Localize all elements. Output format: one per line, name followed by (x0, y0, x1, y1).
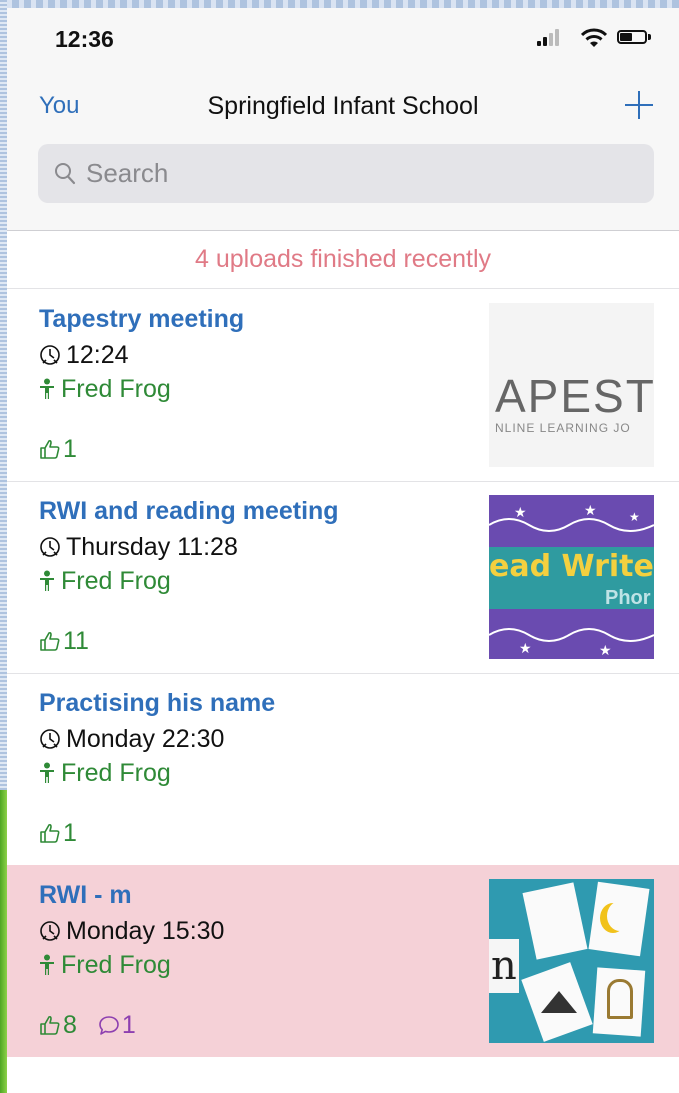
thumbnail-moon (607, 901, 633, 931)
post-time: 12:24 (39, 341, 129, 370)
post-time: Thursday 11:28 (39, 533, 238, 562)
svg-text:★: ★ (599, 642, 612, 658)
search-icon (55, 163, 76, 185)
child-icon (40, 378, 54, 399)
post-title[interactable]: Tapestry meeting (39, 305, 244, 334)
thumbnail-text: ead Write (489, 549, 654, 584)
thumbnail-card (522, 882, 588, 960)
post-item[interactable]: Tapestry meeting 12:24 Fred Frog 1 APEST… (7, 289, 679, 482)
thumbnail-text: n (491, 943, 517, 989)
search-bar[interactable] (38, 144, 654, 203)
app-screen: 12:36 You Springfield Infant School Sear… (7, 8, 679, 1093)
clock-icon (40, 345, 60, 365)
post-item[interactable]: Practising his name Monday 22:30 Fred Fr… (7, 673, 679, 866)
thumbs-up-icon (40, 439, 60, 459)
thumbnail-mountain (541, 991, 577, 1013)
child-icon (40, 570, 54, 591)
page-title: Springfield Infant School (207, 92, 479, 120)
child-icon (40, 954, 54, 975)
clock-icon (40, 921, 60, 941)
status-time: 12:36 (55, 26, 114, 52)
post-likes[interactable]: 11 (39, 627, 89, 656)
thumbs-up-icon (40, 631, 60, 651)
comment-icon (99, 1016, 119, 1035)
child-icon (40, 762, 54, 783)
post-child: Fred Frog (39, 951, 171, 980)
svg-text:★: ★ (629, 510, 640, 524)
post-thumbnail[interactable]: ★ ★ ★ ★ ★ ead Write Phor (489, 495, 654, 659)
wifi-icon (581, 28, 607, 47)
post-item[interactable]: RWI and reading meeting Thursday 11:28 F… (7, 481, 679, 674)
search-input[interactable] (86, 144, 646, 203)
post-child: Fred Frog (39, 567, 171, 596)
navigation-bar: 12:36 You Springfield Infant School (7, 8, 679, 231)
clock-icon (40, 729, 60, 749)
add-icon[interactable] (622, 88, 656, 122)
post-likes[interactable]: 8 1 (39, 1011, 136, 1040)
post-thumbnail[interactable]: n (489, 879, 654, 1043)
clock-icon (40, 537, 60, 557)
upload-status-banner[interactable]: 4 uploads finished recently (7, 230, 679, 289)
post-comments[interactable]: 1 (98, 1011, 136, 1040)
svg-text:★: ★ (519, 640, 532, 656)
thumbs-up-icon (40, 1015, 60, 1035)
post-child: Fred Frog (39, 375, 171, 404)
signal-icon (537, 28, 561, 48)
post-child: Fred Frog (39, 759, 171, 788)
status-icons (537, 28, 655, 48)
thumbnail-subtext: NLINE LEARNING JO (495, 421, 631, 435)
battery-icon (617, 30, 647, 44)
post-title[interactable]: RWI - m (39, 881, 132, 910)
thumbnail-mirror (607, 979, 633, 1019)
svg-text:★: ★ (514, 504, 527, 520)
post-item-highlighted[interactable]: RWI - m Monday 15:30 Fred Frog 8 1 n (7, 865, 679, 1057)
post-title[interactable]: Practising his name (39, 689, 275, 718)
post-time: Monday 15:30 (39, 917, 224, 946)
thumbnail-subtext: Phor (605, 587, 651, 609)
svg-text:★: ★ (584, 502, 597, 518)
thumbs-up-icon (40, 823, 60, 843)
post-likes[interactable]: 1 (39, 435, 77, 464)
post-thumbnail[interactable]: APEST NLINE LEARNING JO (489, 303, 654, 467)
screenshot-frame-top (0, 0, 679, 8)
post-title[interactable]: RWI and reading meeting (39, 497, 339, 526)
post-time: Monday 22:30 (39, 725, 224, 754)
thumbnail-text: APEST (495, 370, 654, 422)
post-likes[interactable]: 1 (39, 819, 77, 848)
